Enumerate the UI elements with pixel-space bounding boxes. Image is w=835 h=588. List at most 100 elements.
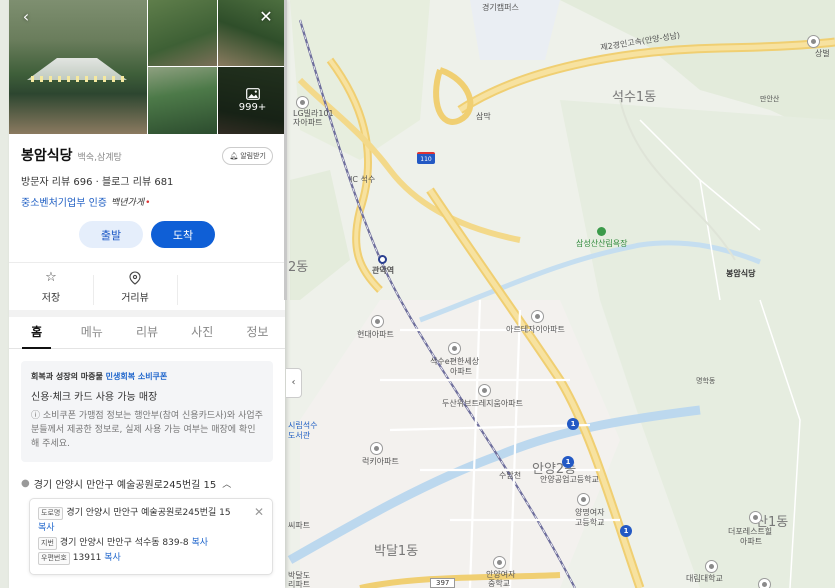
- route-shield-1a: 1: [567, 418, 579, 430]
- map-label-anyang-girls-2: 고등학교: [575, 518, 605, 527]
- address-row[interactable]: ● 경기 안양시 만안구 예술공원로245번길 15 ︿: [9, 476, 285, 491]
- route-shield-1b: 1: [562, 456, 574, 468]
- alarm-button[interactable]: 🔔︎ 알림받기: [222, 147, 273, 165]
- arrive-button[interactable]: 도착: [151, 221, 215, 248]
- address-main: 경기 안양시 만안구 예술공원로245번길 15: [33, 480, 217, 491]
- postal-code-line: 우편번호 13911 복사: [38, 551, 264, 566]
- chevron-up-icon[interactable]: ︿: [222, 477, 231, 490]
- map-label-seoksu1: 석수1동: [612, 90, 657, 105]
- tab-info[interactable]: 정보: [230, 317, 285, 348]
- location-pin-icon: ●: [21, 478, 30, 489]
- tab-home[interactable]: 홈: [9, 317, 64, 349]
- save-action-label: 저장: [41, 293, 61, 304]
- place-category: 백숙,삼계탕: [77, 153, 122, 163]
- panel-scrollbar[interactable]: [284, 0, 287, 300]
- map-label-ic-seoksu: IC 석수: [350, 175, 376, 184]
- detail-tabs: 홈 메뉴 리뷰 사진 정보: [9, 317, 285, 349]
- image-icon: [245, 88, 260, 100]
- map-label-gwanak-mt: 명학동: [696, 377, 716, 385]
- depart-button[interactable]: 출발: [79, 221, 143, 248]
- certification-row[interactable]: 중소벤처기업부 인증 백년가게: [21, 194, 273, 209]
- bell-icon: 🔔︎: [229, 152, 239, 160]
- map-label-samseong-park: 삼성산산림욕장: [576, 239, 628, 248]
- map-label-suam-stream: 수암천: [499, 471, 522, 480]
- collapse-panel-button[interactable]: ‹: [286, 368, 302, 398]
- map-label-seoksu-apt-b: 아파트: [450, 367, 473, 376]
- tab-menu[interactable]: 메뉴: [64, 317, 119, 348]
- coupon-note: ⓘ 소비쿠폰 가맹점 정보는 행안부(참여 신용카드사)와 사업주분들께서 제공…: [31, 411, 263, 449]
- save-action[interactable]: ☆ 저장: [9, 271, 93, 310]
- map-left-edge: [0, 0, 9, 588]
- map-label-dong2: 2동: [288, 260, 309, 275]
- map-pin-outline-icon: [129, 271, 141, 285]
- tab-photos[interactable]: 사진: [175, 317, 230, 348]
- coupon-title: 회복과 성장의 마중물 민생회복 소비쿠폰: [31, 371, 263, 382]
- place-name: 봉암식당: [21, 148, 73, 164]
- photo-gallery[interactable]: 999+ ‹ ✕: [9, 0, 285, 134]
- map-label-lucky-apt: 럭키아파트: [362, 457, 399, 466]
- road-shield-397: 397: [430, 578, 456, 588]
- jibun-tag: 지번: [38, 537, 57, 550]
- map-label-dusan-apt: 두산위브트레지움아파트: [442, 399, 523, 408]
- certification-text: 중소벤처기업부 인증: [21, 198, 107, 209]
- back-arrow-icon[interactable]: ‹: [17, 8, 35, 26]
- photo-thumb-3[interactable]: [148, 67, 217, 134]
- map-label-bakdal1: 박달1동: [374, 544, 419, 559]
- poi-dusan-apt-icon[interactable]: [478, 384, 491, 397]
- map-label-seoksu-library-2: 도서관: [288, 431, 311, 440]
- map-label-hyundai-apt: 현대아파트: [357, 330, 394, 339]
- map-label-anyang-middle-2: 중학교: [488, 579, 511, 588]
- poi-anyang-girls-icon[interactable]: [577, 493, 590, 506]
- photo-thumb-more[interactable]: 999+: [218, 67, 285, 134]
- jibun-address-line: 지번 경기 안양시 만안구 석수동 839-8 복사: [38, 536, 264, 551]
- map-label-samak-ic: 삼막: [476, 112, 491, 121]
- poi-anyang-middle-icon[interactable]: [493, 556, 506, 569]
- centennial-store-badge: 백년가게: [111, 195, 150, 208]
- alarm-button-label: 알림받기: [240, 152, 266, 160]
- action-bar: ☆ 저장 거리뷰: [9, 262, 285, 310]
- road-address-copy-line: 복사: [38, 521, 264, 536]
- place-detail-panel: 999+ ‹ ✕ 봉암식당 백숙,삼계탕 🔔︎ 알림받기 방문자 리뷰 696 …: [9, 0, 285, 588]
- park-icon: [597, 227, 606, 236]
- postal-copy-link[interactable]: 복사: [104, 553, 121, 563]
- address-detail-box: ✕ 도로명 경기 안양시 만안구 예술공원로245번길 15 복사 지번 경기 안양…: [29, 498, 273, 575]
- route-shield-1c: 1: [620, 525, 632, 537]
- place-summary: 봉암식당 백숙,삼계탕 🔔︎ 알림받기 방문자 리뷰 696 · 블로그 리뷰 …: [9, 133, 285, 248]
- poi-forest-apt-icon[interactable]: [749, 511, 762, 524]
- review-counts[interactable]: 방문자 리뷰 696 · 블로그 리뷰 681: [21, 173, 273, 188]
- jibun-address: 경기 안양시 만안구 석수동 839-8: [59, 538, 189, 548]
- streetview-action-label: 거리뷰: [121, 293, 149, 304]
- poi-hyundai-apt-icon[interactable]: [371, 315, 384, 328]
- map-label-bakdal-side: 씨파트: [288, 521, 311, 530]
- map-label-sang-west: 상벌: [815, 49, 830, 58]
- address-close-icon[interactable]: ✕: [254, 505, 264, 519]
- close-icon[interactable]: ✕: [257, 8, 275, 26]
- poi-sang-icon[interactable]: [807, 35, 820, 48]
- selected-place-marker-label: 봉암식당: [726, 269, 756, 278]
- photo-more-overlay: 999+: [218, 67, 285, 134]
- map-label-bakdal-side-3: 리파트: [288, 580, 311, 588]
- photo-count: 999+: [238, 102, 267, 113]
- highway-shield: 110: [417, 152, 435, 164]
- photo-thumb-1[interactable]: [148, 0, 217, 66]
- road-address-copy-link[interactable]: 복사: [38, 523, 55, 533]
- poi-arte-apt-icon[interactable]: [531, 310, 544, 323]
- jibun-copy-link[interactable]: 복사: [191, 538, 208, 548]
- section-divider: [9, 310, 285, 317]
- map-label-gwanak-station: 관악역: [372, 266, 395, 275]
- map-label-forest-apt-2: 아파트: [740, 537, 763, 546]
- poi-lg-villa-icon[interactable]: [296, 96, 309, 109]
- poi-lucky-apt-icon[interactable]: [370, 442, 383, 455]
- poi-seoksu-apt-icon[interactable]: [448, 342, 461, 355]
- tab-reviews[interactable]: 리뷰: [119, 317, 174, 348]
- route-buttons: 출발 도착: [21, 221, 273, 248]
- streetview-action[interactable]: 거리뷰: [93, 271, 177, 310]
- poi-bottom-right-icon[interactable]: [758, 578, 771, 588]
- coupon-title-link[interactable]: 민생회복 소비쿠폰: [106, 372, 168, 381]
- map-label-arte-apt: 아르테자이아파트: [506, 325, 565, 334]
- poi-daerim-icon[interactable]: [705, 560, 718, 573]
- coupon-subtitle: 신용·체크 카드 사용 가능 매장: [31, 392, 158, 403]
- postal-tag: 우편번호: [38, 552, 70, 565]
- subway-station-icon[interactable]: [378, 255, 387, 264]
- map-label-manan-mt: 만안산: [760, 95, 780, 103]
